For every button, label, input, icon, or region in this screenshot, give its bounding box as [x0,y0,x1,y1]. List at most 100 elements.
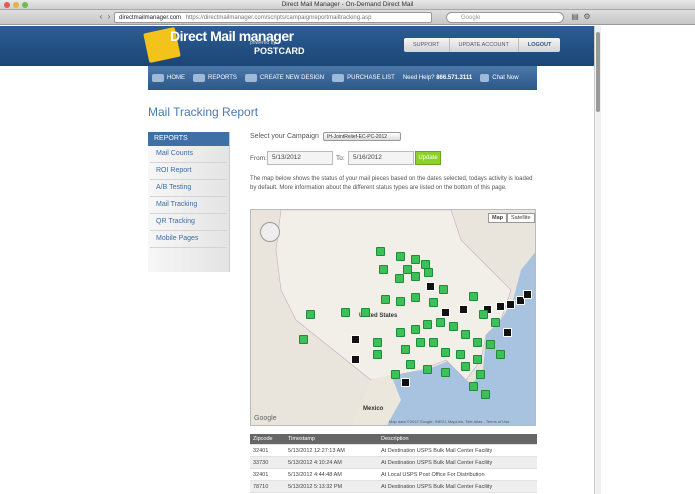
google-logo: Google [254,415,277,422]
map-label-mexico: Mexico [363,406,384,412]
tracking-map[interactable]: Map Satellite United States Mexico Googl… [250,209,536,426]
support-link[interactable]: SUPPORT [404,38,450,52]
delivered-marker-icon[interactable] [391,370,400,379]
sidebar-item-roi-report[interactable]: ROI Report [150,163,227,180]
address-bar[interactable]: directmailmanager.com https://directmail… [114,12,432,23]
table-row: 32401 5/13/2012 12:27:13 AM At Destinati… [250,445,537,457]
search-field[interactable]: Google [446,12,564,23]
delivered-marker-icon[interactable] [461,362,470,371]
nav-chat[interactable]: Chat Now [476,66,522,90]
delivered-marker-icon[interactable] [411,272,420,281]
delivered-marker-icon[interactable] [486,340,495,349]
delivered-marker-icon[interactable] [373,338,382,347]
delivered-marker-icon[interactable] [439,285,448,294]
sidebar-item-ab-testing[interactable]: A/B Testing [150,180,227,197]
campaign-select[interactable]: IH-JointRelief-EC-PC-2012 [323,132,401,141]
map-view-button[interactable]: Map [488,213,507,223]
delivered-marker-icon[interactable] [423,320,432,329]
in-transit-marker-icon[interactable] [503,328,512,337]
page-scrollbar[interactable] [594,26,601,494]
bookmark-icon[interactable]: ▤ [570,12,580,22]
delivered-marker-icon[interactable] [341,308,350,317]
reports-sidebar: REPORTS Mail Counts ROI Report A/B Testi… [148,132,230,272]
delivered-marker-icon[interactable] [381,295,390,304]
delivered-marker-icon[interactable] [473,355,482,364]
delivered-marker-icon[interactable] [461,330,470,339]
in-transit-marker-icon[interactable] [441,308,450,317]
satellite-view-button[interactable]: Satellite [507,213,535,223]
delivered-marker-icon[interactable] [376,247,385,256]
update-account-link[interactable]: UPDATE ACCOUNT [450,38,519,52]
main-nav: HOME REPORTS CREATE NEW DESIGN PURCHASE … [148,66,537,90]
delivered-marker-icon[interactable] [379,265,388,274]
sidebar-item-mail-tracking[interactable]: Mail Tracking [150,197,227,214]
delivered-marker-icon[interactable] [396,252,405,261]
delivered-marker-icon[interactable] [411,293,420,302]
cell-zipcode: 33730 [253,460,269,466]
delivered-marker-icon[interactable] [411,255,420,264]
nav-home[interactable]: HOME [148,66,189,90]
sidebar-item-mail-counts[interactable]: Mail Counts [150,146,227,163]
minimize-window-icon[interactable] [13,2,19,8]
nav-create-design[interactable]: CREATE NEW DESIGN [241,66,328,90]
delivered-marker-icon[interactable] [449,322,458,331]
cell-timestamp: 5/13/2012 5:13:32 PM [288,484,343,490]
in-transit-marker-icon[interactable] [506,300,515,309]
in-transit-marker-icon[interactable] [459,305,468,314]
in-transit-marker-icon[interactable] [401,378,410,387]
delivered-marker-icon[interactable] [395,274,404,283]
delivered-marker-icon[interactable] [469,292,478,301]
to-label: To: [336,155,345,162]
pan-control-icon[interactable] [260,222,280,242]
delivered-marker-icon[interactable] [429,298,438,307]
zoom-window-icon[interactable] [22,2,28,8]
nav-reports[interactable]: REPORTS [189,66,241,90]
window-title: Direct Mail Manager - On-Demand Direct M… [281,1,414,8]
delivered-marker-icon[interactable] [416,338,425,347]
in-transit-marker-icon[interactable] [523,290,532,299]
in-transit-marker-icon[interactable] [351,355,360,364]
delivered-marker-icon[interactable] [473,338,482,347]
delivered-marker-icon[interactable] [469,382,478,391]
delivered-marker-icon[interactable] [373,350,382,359]
cell-description: At Destination USPS Bulk Mail Center Fac… [381,448,493,454]
delivered-marker-icon[interactable] [481,390,490,399]
partner-logo: POSTCARD [254,46,305,56]
delivered-marker-icon[interactable] [306,310,315,319]
delivered-marker-icon[interactable] [299,335,308,344]
forward-icon[interactable]: › [104,12,114,22]
delivered-marker-icon[interactable] [476,370,485,379]
delivered-marker-icon[interactable] [396,297,405,306]
delivered-marker-icon[interactable] [441,368,450,377]
cell-zipcode: 32401 [253,448,269,454]
delivered-marker-icon[interactable] [436,318,445,327]
delivered-marker-icon[interactable] [496,350,505,359]
delivered-marker-icon[interactable] [424,268,433,277]
from-date-input[interactable]: 5/13/2012 [267,151,333,165]
scrollbar-thumb[interactable] [596,32,600,112]
in-transit-marker-icon[interactable] [351,335,360,344]
to-date-input[interactable]: 5/16/2012 [348,151,414,165]
url-host: directmailmanager.com [119,15,182,21]
delivered-marker-icon[interactable] [491,318,500,327]
delivered-marker-icon[interactable] [429,338,438,347]
delivered-marker-icon[interactable] [423,365,432,374]
sidebar-item-mobile-pages[interactable]: Mobile Pages [150,231,227,248]
logout-link[interactable]: LOGOUT [519,38,561,52]
delivered-marker-icon[interactable] [479,310,488,319]
delivered-marker-icon[interactable] [411,325,420,334]
delivered-marker-icon[interactable] [401,345,410,354]
delivered-marker-icon[interactable] [441,348,450,357]
in-transit-marker-icon[interactable] [426,282,435,291]
from-label: From: [250,155,267,162]
in-transit-marker-icon[interactable] [496,302,505,311]
close-window-icon[interactable] [4,2,10,8]
sidebar-item-qr-tracking[interactable]: QR Tracking [150,214,227,231]
delivered-marker-icon[interactable] [396,328,405,337]
delivered-marker-icon[interactable] [361,308,370,317]
delivered-marker-icon[interactable] [456,350,465,359]
nav-purchase-list[interactable]: PURCHASE LIST [328,66,399,90]
delivered-marker-icon[interactable] [406,360,415,369]
settings-icon[interactable]: ⚙ [582,12,592,22]
update-button[interactable]: Update [415,151,441,165]
